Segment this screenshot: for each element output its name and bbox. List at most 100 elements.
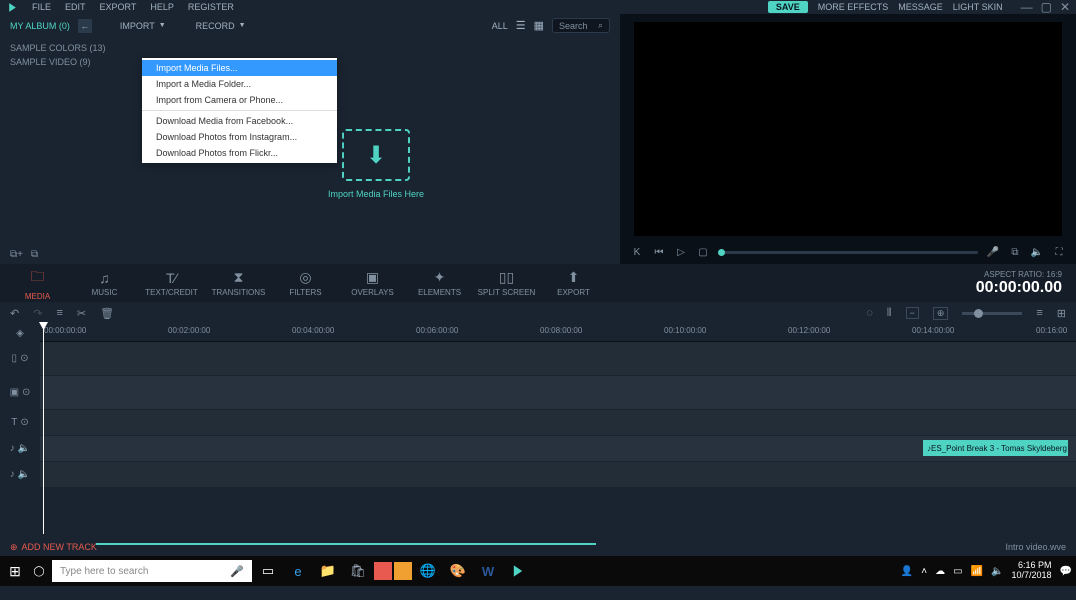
list-view-icon[interactable]: ☰ [516, 19, 526, 32]
word-icon[interactable]: W [474, 560, 502, 582]
download-facebook[interactable]: Download Media from Facebook... [142, 113, 337, 129]
minimize-icon[interactable]: — [1021, 0, 1033, 14]
text-track[interactable] [40, 410, 1076, 435]
back-button[interactable]: ← [78, 19, 92, 33]
new-folder-icon[interactable]: ⧉+ [10, 249, 23, 260]
menu-edit[interactable]: EDIT [65, 2, 86, 12]
more-icon[interactable]: ⊞ [1057, 307, 1066, 320]
cortana-icon[interactable]: ◯ [28, 566, 50, 577]
close-icon[interactable]: ✕ [1060, 0, 1070, 14]
settings-icon[interactable]: ≡ [1036, 307, 1042, 319]
tab-text[interactable]: T⁄TEXT/CREDIT [138, 270, 205, 297]
audio-track-head-2[interactable]: ♪🔈 [0, 462, 40, 487]
snapshot-icon[interactable]: ⧉ [1008, 247, 1022, 258]
tab-elements[interactable]: ✦ELEMENTS [406, 269, 473, 297]
tray-people-icon[interactable]: 👤 [901, 566, 913, 577]
tab-overlays[interactable]: ▣OVERLAYS [339, 269, 406, 297]
zoom-fit-button[interactable]: ⊕ [933, 307, 949, 320]
render-preview-icon[interactable]: ◌ [866, 307, 873, 319]
file-explorer-icon[interactable]: 📁 [314, 560, 342, 582]
app-icon-1[interactable] [374, 562, 392, 580]
tray-battery-icon[interactable]: ▭ [953, 566, 962, 577]
pip-track[interactable] [40, 376, 1076, 409]
app-icon-2[interactable] [394, 562, 412, 580]
zoom-slider[interactable] [962, 312, 1022, 315]
step-back-button[interactable]: ⏮ [652, 247, 666, 258]
tray-wifi-icon[interactable]: 📶 [971, 566, 983, 577]
notifications-icon[interactable]: 💬 [1060, 566, 1072, 577]
app-icon-3[interactable]: 🎨 [444, 560, 472, 582]
timeline-ruler[interactable]: 00:00:00:00 00:02:00:00 00:04:00:00 00:0… [40, 324, 1076, 342]
marker-icon[interactable]: ◈ [0, 324, 40, 342]
tray-onedrive-icon[interactable]: ☁ [935, 566, 945, 577]
import-drop-zone[interactable]: ⬇ Import Media Files Here [340, 129, 412, 205]
store-icon[interactable]: 🛍 [344, 560, 372, 582]
taskbar-clock[interactable]: 6:16 PM 10/7/2018 [1012, 561, 1052, 581]
audio-track-1[interactable]: ♪ES_Point Break 3 - Tomas Skyldeberg [40, 436, 1076, 461]
audio-track-2[interactable] [40, 462, 1076, 487]
tab-media[interactable]: 🗀MEDIA [4, 266, 71, 301]
menu-help[interactable]: HELP [150, 2, 174, 12]
task-view-icon[interactable]: ▭ [254, 560, 282, 582]
menu-file[interactable]: FILE [32, 2, 51, 12]
import-dropdown[interactable]: IMPORT ▼ [120, 21, 166, 31]
audio-clip[interactable]: ♪ES_Point Break 3 - Tomas Skyldeberg [923, 440, 1068, 456]
delete-folder-icon[interactable]: ⧉ [31, 249, 38, 260]
filter-all[interactable]: ALL [492, 21, 508, 31]
delete-icon[interactable]: 🗑 [100, 307, 114, 320]
save-button[interactable]: SAVE [768, 1, 808, 13]
empty-track[interactable] [40, 488, 1076, 537]
video-track-head[interactable]: ▯⊙ [0, 342, 40, 375]
tab-splitscreen[interactable]: ▯▯SPLIT SCREEN [473, 269, 540, 297]
audio-track-head[interactable]: ♪🔈 [0, 436, 40, 461]
sample-colors-item[interactable]: SAMPLE COLORS (13) [10, 41, 610, 55]
redo-icon[interactable]: ↷ [33, 307, 42, 320]
filmora-taskbar-icon[interactable] [504, 560, 532, 582]
undo-icon[interactable]: ↶ [10, 307, 19, 320]
play-button[interactable]: ▷ [674, 247, 688, 258]
stop-button[interactable]: ▢ [696, 247, 710, 258]
import-media-files[interactable]: Import Media Files... [142, 60, 337, 76]
playhead[interactable] [43, 324, 44, 534]
light-skin-toggle[interactable]: LIGHT SKIN [953, 2, 1003, 12]
import-camera-phone[interactable]: Import from Camera or Phone... [142, 92, 337, 108]
preview-progress[interactable] [718, 251, 978, 254]
volume-icon[interactable]: 🔈 [1030, 247, 1044, 258]
fullscreen-icon[interactable]: ⛶ [1052, 247, 1066, 258]
import-media-folder[interactable]: Import a Media Folder... [142, 76, 337, 92]
text-track-head[interactable]: T⊙ [0, 410, 40, 435]
video-track[interactable] [40, 342, 1076, 375]
more-effects-link[interactable]: MORE EFFECTS [818, 2, 889, 12]
download-flickr[interactable]: Download Photos from Flickr... [142, 145, 337, 161]
maximize-icon[interactable]: ▢ [1041, 0, 1052, 14]
timeline-scrollbar[interactable] [96, 543, 596, 545]
search-input[interactable]: Search ⌕ [552, 18, 610, 33]
zoom-out-button[interactable]: − [906, 307, 919, 319]
prev-frame-button[interactable]: K [630, 247, 644, 258]
windows-start-button[interactable]: ⊞ [4, 560, 26, 582]
record-dropdown[interactable]: RECORD ▼ [196, 21, 246, 31]
menu-register[interactable]: REGISTER [188, 2, 234, 12]
edit-tool-icon[interactable]: ≡ [56, 307, 62, 319]
record-voiceover-icon[interactable]: 🎤 [986, 247, 1000, 258]
cut-tool-icon[interactable]: ✂ [77, 307, 86, 320]
grid-view-icon[interactable]: ▦ [534, 19, 544, 32]
pip-track-head[interactable]: ▣⊙ [0, 376, 40, 409]
tab-transitions[interactable]: ⧗TRANSITIONS [205, 269, 272, 297]
tab-filters[interactable]: ◎FILTERS [272, 269, 339, 297]
menu-export[interactable]: EXPORT [100, 2, 137, 12]
taskbar-search[interactable]: Type here to search 🎤 [52, 560, 252, 582]
tab-music[interactable]: ♫MUSIC [71, 270, 138, 297]
microphone-icon[interactable]: 🎤 [230, 565, 244, 578]
edge-icon[interactable]: e [284, 560, 312, 582]
tab-export[interactable]: ⬆EXPORT [540, 269, 607, 297]
download-instagram[interactable]: Download Photos from Instagram... [142, 129, 337, 145]
add-new-track-button[interactable]: ADD NEW TRACK [22, 542, 97, 552]
chrome-icon[interactable]: 🌐 [414, 560, 442, 582]
transitions-icon: ⧗ [234, 269, 244, 286]
tray-volume-icon[interactable]: 🔈 [991, 566, 1003, 577]
album-label[interactable]: MY ALBUM (0) [10, 21, 70, 31]
message-link[interactable]: MESSAGE [898, 2, 943, 12]
audio-mixer-icon[interactable]: ⫴ [887, 307, 892, 320]
tray-up-icon[interactable]: ˄ [921, 566, 927, 577]
